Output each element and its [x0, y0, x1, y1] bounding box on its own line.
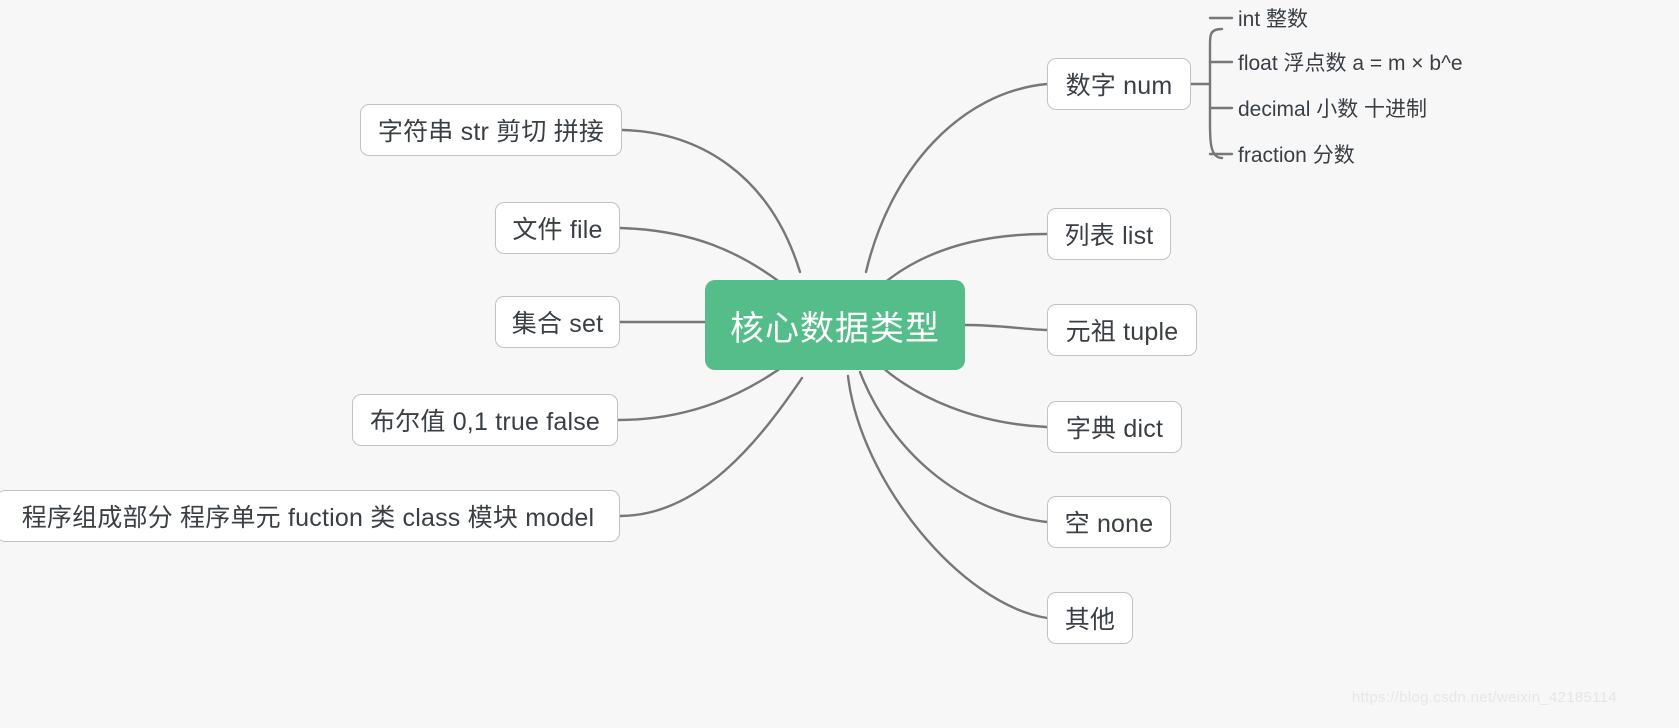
node-file[interactable]: 文件 file — [495, 202, 620, 254]
node-boolean[interactable]: 布尔值 0,1 true false — [352, 394, 618, 446]
node-list[interactable]: 列表 list — [1047, 208, 1171, 260]
node-set[interactable]: 集合 set — [495, 296, 620, 348]
leaf-float[interactable]: float 浮点数 a = m × b^e — [1238, 49, 1463, 75]
node-other[interactable]: 其他 — [1047, 592, 1133, 644]
connector-left-5 — [618, 376, 804, 518]
central-node[interactable]: 核心数据类型 — [705, 280, 965, 370]
node-dict[interactable]: 字典 dict — [1047, 401, 1182, 453]
node-none[interactable]: 空 none — [1047, 496, 1171, 548]
connector-num-spine — [1208, 27, 1224, 160]
connector-right-3 — [963, 323, 1049, 332]
leaf-int[interactable]: int 整数 — [1238, 5, 1308, 31]
leaf-fraction[interactable]: fraction 分数 — [1238, 141, 1355, 167]
node-tuple[interactable]: 元祖 tuple — [1047, 304, 1197, 356]
connector-right-1 — [864, 82, 1049, 274]
node-program-components[interactable]: 程序组成部分 程序单元 fuction 类 class 模块 model — [0, 490, 620, 542]
connector-right-6 — [846, 374, 1049, 620]
node-string[interactable]: 字符串 str 剪切 拼接 — [360, 104, 622, 156]
connector-right-5 — [858, 370, 1049, 524]
mindmap-canvas: 核心数据类型 字符串 str 剪切 拼接 文件 file 集合 set 布尔值 … — [0, 0, 1679, 728]
watermark: https://blog.csdn.net/weixin_42185114 — [1351, 689, 1617, 706]
node-number[interactable]: 数字 num — [1047, 58, 1191, 110]
connector-left-1 — [620, 128, 802, 274]
leaf-decimal[interactable]: decimal 小数 十进制 — [1238, 95, 1427, 121]
